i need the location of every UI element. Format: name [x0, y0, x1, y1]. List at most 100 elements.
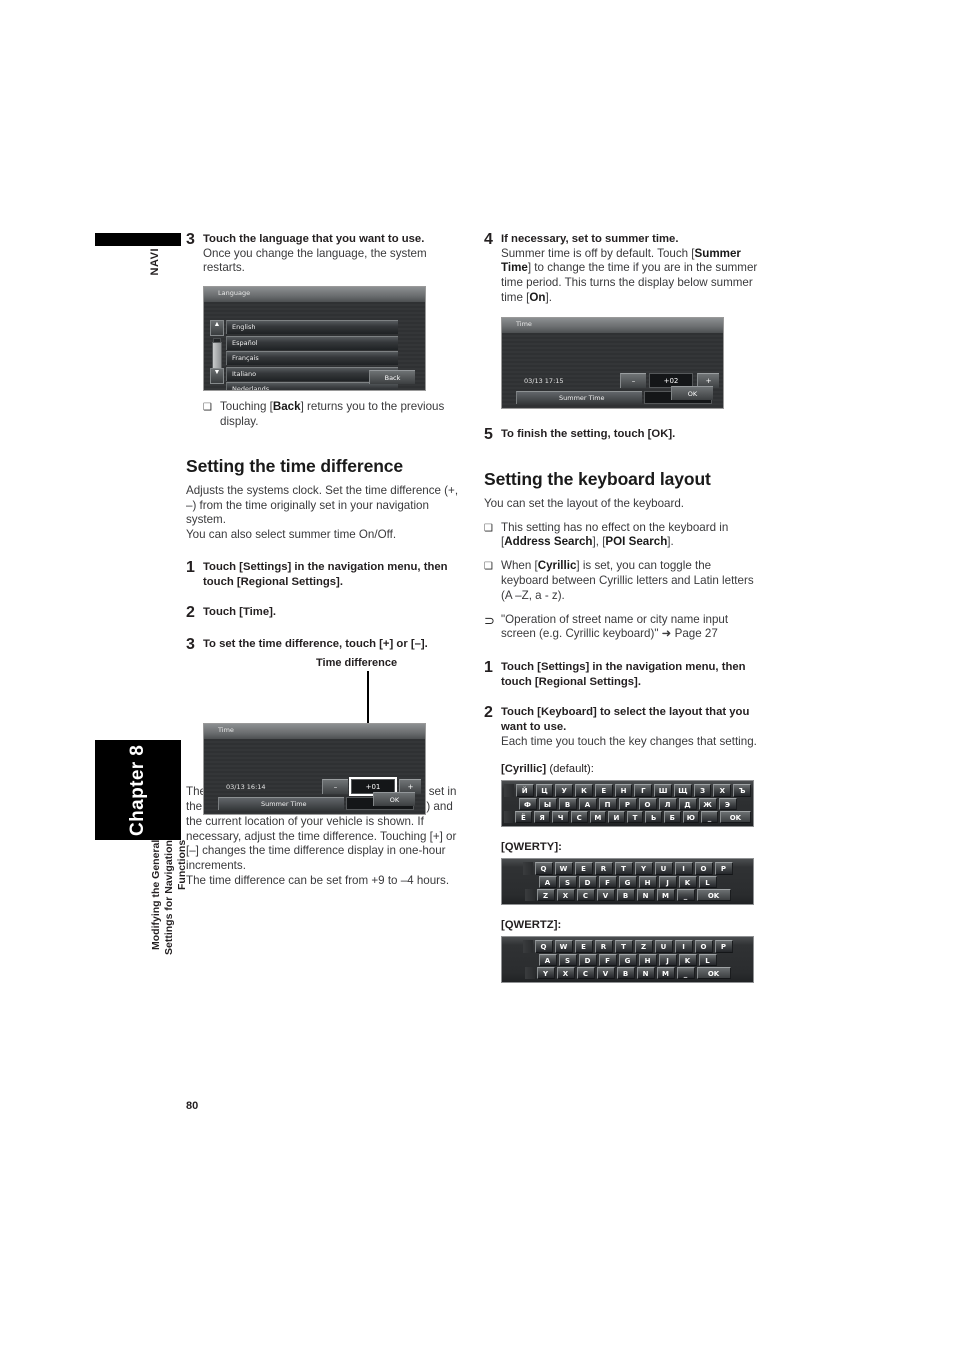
- ok-key[interactable]: OK: [719, 810, 752, 824]
- ok-button[interactable]: OK: [373, 792, 415, 807]
- language-scrollbar[interactable]: ▲ ▼: [210, 320, 224, 385]
- key[interactable]: M: [656, 966, 675, 980]
- key[interactable]: P: [714, 940, 733, 953]
- key[interactable]: T: [614, 940, 633, 953]
- summer-time-button[interactable]: Summer Time: [218, 797, 344, 811]
- key[interactable]: S: [558, 953, 577, 967]
- list-item[interactable]: Español: [226, 335, 398, 350]
- key[interactable]: Щ: [673, 784, 692, 797]
- cyrillic-keyboard[interactable]: Й Ц У К Е Н Г Ш Щ З Х Ъ Ф Ы В А П Р О Л …: [501, 780, 754, 828]
- key[interactable]: G: [618, 953, 637, 967]
- key[interactable]: М: [589, 810, 607, 824]
- key[interactable]: H: [638, 875, 657, 889]
- key[interactable]: Л: [658, 797, 677, 811]
- key[interactable]: R: [594, 940, 613, 953]
- ok-button[interactable]: OK: [671, 385, 713, 400]
- key[interactable]: P: [714, 862, 733, 875]
- key[interactable]: V: [596, 888, 615, 902]
- key[interactable]: F: [598, 875, 617, 889]
- key[interactable]: Ф: [518, 797, 537, 811]
- key[interactable]: Ш: [654, 784, 672, 797]
- key[interactable]: G: [618, 875, 637, 889]
- key[interactable]: X: [556, 888, 575, 902]
- decrease-offset-button[interactable]: –: [322, 779, 348, 795]
- key[interactable]: О: [638, 797, 657, 811]
- space-key[interactable]: _: [676, 888, 695, 902]
- key[interactable]: У: [555, 784, 574, 797]
- key[interactable]: N: [636, 888, 655, 902]
- space-key[interactable]: _: [676, 966, 695, 980]
- note-text[interactable]: "Operation of street name or city name i…: [501, 613, 759, 643]
- key[interactable]: V: [596, 966, 615, 980]
- key[interactable]: E: [574, 940, 593, 953]
- qwerty-keyboard[interactable]: Q W E R T Y U I O P A S D F G H J K L Z …: [501, 858, 754, 906]
- key[interactable]: Z: [536, 888, 555, 902]
- key[interactable]: M: [656, 888, 675, 902]
- key[interactable]: S: [558, 875, 577, 889]
- key[interactable]: I: [674, 862, 693, 875]
- key[interactable]: K: [678, 953, 697, 967]
- key[interactable]: L: [698, 953, 717, 967]
- key[interactable]: И: [608, 810, 625, 824]
- scroll-down-icon[interactable]: ▼: [210, 368, 224, 385]
- key[interactable]: Р: [618, 797, 637, 811]
- key[interactable]: Ь: [645, 810, 662, 824]
- summer-time-button[interactable]: Summer Time: [516, 390, 642, 404]
- key[interactable]: Ю: [682, 810, 700, 824]
- list-item[interactable]: English: [226, 320, 398, 335]
- key[interactable]: D: [578, 953, 597, 967]
- key[interactable]: E: [574, 862, 593, 875]
- key[interactable]: Н: [614, 784, 633, 797]
- key[interactable]: T: [614, 862, 633, 875]
- key[interactable]: Ё: [515, 810, 532, 824]
- key[interactable]: Ч: [552, 810, 569, 824]
- key[interactable]: Б: [663, 810, 681, 824]
- key[interactable]: Z: [634, 940, 653, 953]
- key[interactable]: X: [556, 966, 575, 980]
- key[interactable]: В: [558, 797, 577, 811]
- key[interactable]: U: [654, 862, 673, 875]
- key[interactable]: J: [658, 953, 677, 967]
- key[interactable]: Q: [534, 940, 553, 953]
- key[interactable]: B: [616, 966, 635, 980]
- qwertz-keyboard[interactable]: Q W E R T Z U I O P A S D F G H J K L Y …: [501, 936, 754, 984]
- key[interactable]: Я: [533, 810, 551, 824]
- key[interactable]: O: [694, 862, 713, 875]
- key[interactable]: С: [570, 810, 588, 824]
- key[interactable]: C: [576, 966, 595, 980]
- key[interactable]: J: [658, 875, 677, 889]
- key[interactable]: K: [678, 875, 697, 889]
- ok-key[interactable]: OK: [696, 888, 731, 902]
- list-item[interactable]: Français: [226, 351, 398, 366]
- key[interactable]: A: [538, 875, 557, 889]
- key[interactable]: O: [694, 940, 713, 953]
- key[interactable]: К: [575, 784, 593, 797]
- key[interactable]: А: [578, 797, 597, 811]
- key[interactable]: Е: [594, 784, 613, 797]
- ok-key[interactable]: OK: [696, 966, 731, 980]
- key[interactable]: C: [576, 888, 595, 902]
- key[interactable]: Y: [634, 862, 653, 875]
- key[interactable]: Q: [534, 862, 553, 875]
- key[interactable]: Й: [515, 784, 534, 797]
- key[interactable]: Х: [713, 784, 732, 797]
- key[interactable]: B: [616, 888, 635, 902]
- key[interactable]: W: [554, 862, 573, 875]
- key[interactable]: Ж: [698, 797, 717, 811]
- key[interactable]: Ы: [538, 797, 557, 811]
- key[interactable]: A: [538, 953, 557, 967]
- key[interactable]: Y: [536, 966, 555, 980]
- key[interactable]: R: [594, 862, 613, 875]
- key[interactable]: Ц: [535, 784, 554, 797]
- space-key[interactable]: _: [701, 810, 718, 824]
- key[interactable]: N: [636, 966, 655, 980]
- key[interactable]: H: [638, 953, 657, 967]
- key[interactable]: Э: [718, 797, 737, 811]
- key[interactable]: L: [698, 875, 717, 889]
- key[interactable]: П: [598, 797, 617, 811]
- scroll-up-icon[interactable]: ▲: [210, 320, 224, 337]
- key[interactable]: З: [693, 784, 712, 797]
- key[interactable]: F: [598, 953, 617, 967]
- decrease-offset-button[interactable]: –: [620, 372, 646, 388]
- key[interactable]: Т: [626, 810, 644, 824]
